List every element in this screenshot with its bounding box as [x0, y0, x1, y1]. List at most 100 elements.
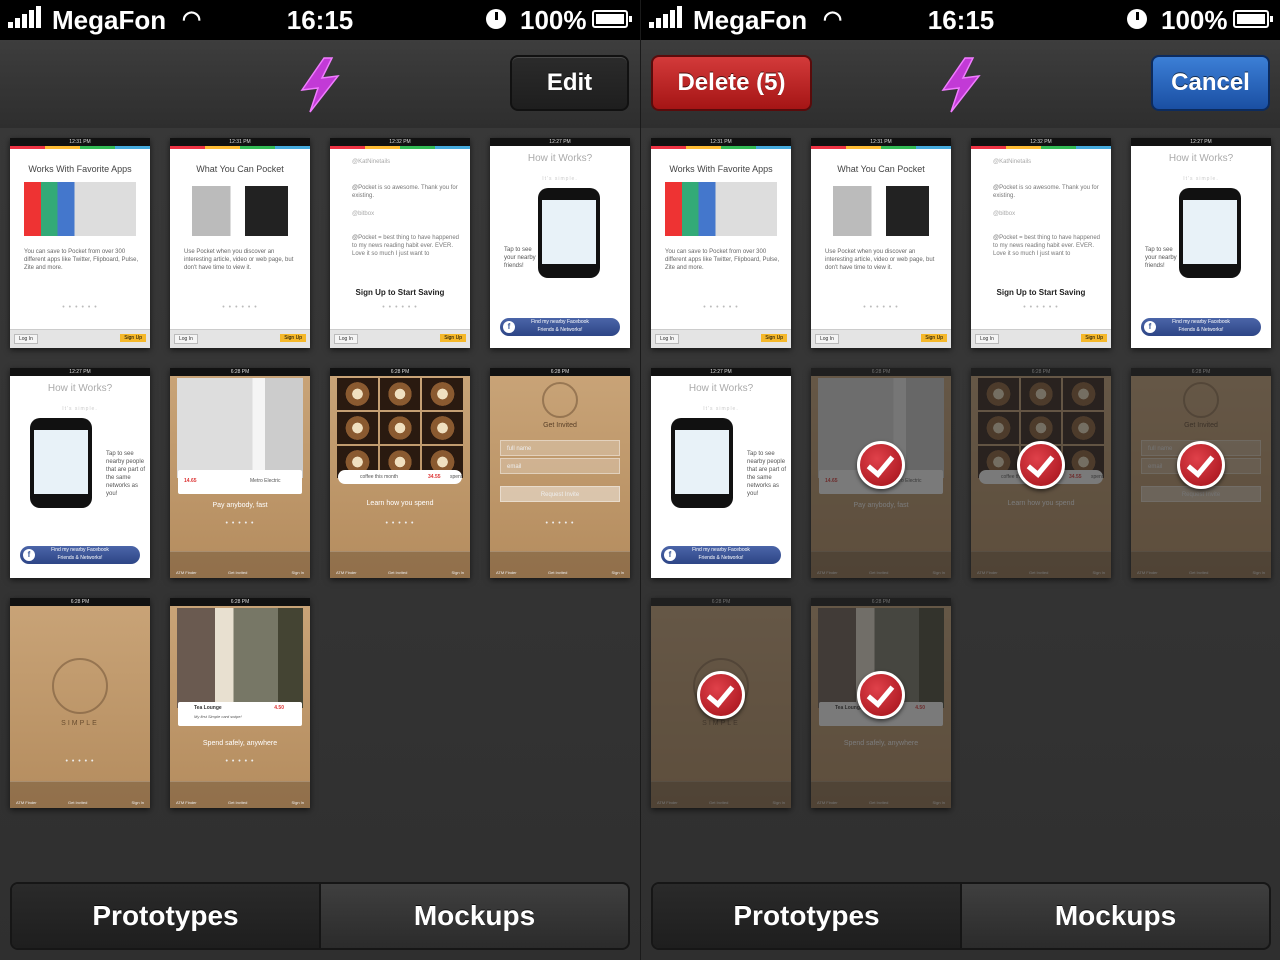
- page-dots: • • • • • •: [1023, 304, 1059, 311]
- segmented-control: Prototypes Mockups: [10, 882, 630, 950]
- thumbnail-what-pocket[interactable]: 12:31 PM What You Can Pocket Use Pocket …: [170, 138, 310, 348]
- thumbnail-learn[interactable]: 6:28 PM coffee this month 34.55 spent Le…: [330, 368, 470, 578]
- facebook-button: f Find my nearby Facebook Friends & Networ…: [661, 546, 781, 564]
- checkmark-icon[interactable]: [1017, 441, 1065, 489]
- delete-button[interactable]: Delete (5): [651, 55, 812, 111]
- simple-logo-icon: [542, 382, 578, 418]
- thumb-coffee-grid: [337, 378, 463, 478]
- thumb-subtitle: It's simple.: [542, 176, 578, 182]
- thumb-time: 6:28 PM: [390, 369, 410, 375]
- tab-prototypes[interactable]: Prototypes: [653, 884, 962, 948]
- thumb-name-field: full name: [500, 440, 620, 456]
- page-dots: • • • • • •: [863, 304, 899, 311]
- tab-prototypes[interactable]: Prototypes: [12, 884, 321, 948]
- page-dots: • • • • • •: [703, 304, 739, 311]
- checkmark-icon[interactable]: [697, 671, 745, 719]
- thumb-login: Log In: [174, 334, 198, 344]
- thumbnail-spend[interactable]: 6:28 PM Tea Lounge My first Simple card …: [170, 598, 310, 808]
- thumb-photo: [177, 608, 303, 708]
- status-bar: MegaFon ◠ 16:15 100%: [641, 0, 1280, 40]
- screen-normal: MegaFon ◠ 16:15 100% Edit 12:31 PM Works…: [0, 0, 640, 960]
- checkmark-icon[interactable]: [857, 671, 905, 719]
- thumb-title: How it Works?: [527, 153, 593, 164]
- checkmark-icon[interactable]: [1177, 441, 1225, 489]
- thumb-title: How it Works?: [688, 383, 754, 394]
- thumb-time: 12:31 PM: [229, 139, 251, 145]
- alarm-icon: [1127, 9, 1147, 29]
- thumb-signup: Sign Up: [120, 334, 146, 342]
- thumbnail-simple[interactable]: 6:28 PM SIMPLE • • • • • ATM Finder Get …: [10, 598, 150, 808]
- thumb-request-button: Request Invite: [500, 486, 620, 502]
- thumbnail-how-works[interactable]: 12:27 PM How it Works? It's simple. Tap …: [1131, 138, 1271, 348]
- thumb-time: 12:27 PM: [549, 139, 571, 145]
- thumb-title: What You Can Pocket: [196, 164, 284, 174]
- thumb-body: You can save to Pocket from over 300 dif…: [665, 249, 780, 271]
- thumb-subtitle: It's simple.: [703, 406, 739, 412]
- facebook-button: f Find my nearby Facebook Friends & Networ…: [500, 318, 620, 336]
- thumb-photo: [177, 378, 303, 478]
- tab-mockups[interactable]: Mockups: [962, 884, 1269, 948]
- thumb-time: 12:31 PM: [710, 139, 732, 145]
- thumb-title: How it Works?: [1168, 153, 1234, 164]
- thumbnail-invited[interactable]: 6:28 PM Get Invited full name email Requ…: [490, 368, 630, 578]
- thumb-subtitle: It's simple.: [1183, 176, 1219, 182]
- phone-illustration: [538, 188, 600, 278]
- thumbnail-how-works[interactable]: 12:27 PM How it Works? It's simple. Tap …: [490, 138, 630, 348]
- thumb-tap-text: Tap to see nearby people that are part o…: [747, 451, 787, 497]
- thumb-signup: Sign Up: [921, 334, 947, 342]
- thumb-cta: Sign Up to Start Saving: [996, 288, 1086, 297]
- page-dots: • • • • •: [545, 520, 575, 527]
- thumb-caption: Spend safely, anywhere: [202, 740, 278, 747]
- thumb-signup: Sign Up: [1081, 334, 1107, 342]
- thumbnail-sign-up[interactable]: 12:32 PM @KatNinetails @Pocket is so awe…: [971, 138, 1111, 348]
- thumb-quote: @Pocket is so awesome. Thank you for exi…: [993, 185, 1099, 199]
- thumb-signup: Sign Up: [440, 334, 466, 342]
- thumb-title: Works With Favorite Apps: [669, 164, 773, 174]
- thumbnail-sign-up[interactable]: 12:32 PM @KatNinetails @Pocket is so awe…: [330, 138, 470, 348]
- thumb-cta: Sign Up to Start Saving: [355, 288, 445, 297]
- thumb-card: coffee this month 34.55 spent: [338, 470, 462, 484]
- thumbnail-simple-selected[interactable]: 6:28 PM SIMPLE ATM Finder Get Invited Si…: [651, 598, 791, 808]
- thumb-time: 12:31 PM: [69, 139, 91, 145]
- thumb-illustration: [24, 182, 136, 236]
- thumb-time: 12:32 PM: [1030, 139, 1052, 145]
- thumbnail-how-works-2[interactable]: 12:27 PM How it Works? It's simple. Tap …: [651, 368, 791, 578]
- checkmark-icon[interactable]: [857, 441, 905, 489]
- thumb-illustration: [833, 186, 929, 236]
- cancel-button[interactable]: Cancel: [1151, 55, 1270, 111]
- battery-icon: [1233, 10, 1273, 28]
- page-dots: • • • • •: [225, 758, 255, 765]
- thumb-handle: @KatNinetails: [993, 159, 1032, 165]
- thumb-quote: @Pocket = best thing to have happened to…: [352, 235, 460, 257]
- thumb-time: 6:28 PM: [70, 599, 90, 605]
- thumbnail-spend-selected[interactable]: 6:28 PM Tea Lounge 4.50 Spend safely, an…: [811, 598, 951, 808]
- thumb-caption: Pay anybody, fast: [212, 502, 268, 509]
- thumb-tap-text: Tap to see your nearby friends!: [1145, 247, 1177, 269]
- thumb-title: Get Invited: [543, 422, 577, 429]
- thumbnail-invited-selected[interactable]: 6:28 PM Get Invited full name email Requ…: [1131, 368, 1271, 578]
- thumb-tap-text: Tap to see your nearby friends!: [504, 247, 536, 269]
- thumb-time: 6:28 PM: [550, 369, 570, 375]
- thumb-body: Use Pocket when you discover an interest…: [184, 249, 294, 271]
- phone-illustration: [30, 418, 92, 508]
- thumb-body: Use Pocket when you discover an interest…: [825, 249, 935, 271]
- thumbnail-how-works-2[interactable]: 12:27 PM How it Works? It's simple. Tap …: [10, 368, 150, 578]
- thumbnail-learn-selected[interactable]: 6:28 PM coffee this month 34.55 spent Le…: [971, 368, 1111, 578]
- edit-button[interactable]: Edit: [510, 55, 629, 111]
- thumb-time: 12:32 PM: [389, 139, 411, 145]
- thumbnail-pay[interactable]: 6:28 PM 14.65 Metro Electric Pay anybody…: [170, 368, 310, 578]
- tab-mockups[interactable]: Mockups: [321, 884, 628, 948]
- thumb-title: How it Works?: [47, 383, 113, 394]
- simple-logo-icon: [52, 658, 108, 714]
- thumb-time: 12:31 PM: [870, 139, 892, 145]
- page-dots: • • • • •: [225, 520, 255, 527]
- thumbnail-favorite-apps[interactable]: 12:31 PM Works With Favorite Apps You ca…: [651, 138, 791, 348]
- facebook-button: f Find my nearby Facebook Friends & Networ…: [20, 546, 140, 564]
- thumb-time: 6:28 PM: [230, 369, 250, 375]
- thumbnail-what-pocket[interactable]: 12:31 PM What You Can Pocket Use Pocket …: [811, 138, 951, 348]
- thumbnail-favorite-apps[interactable]: 12:31 PM Works With Favorite Apps You ca…: [10, 138, 150, 348]
- thumbnail-pay-selected[interactable]: 6:28 PM 14.65 Metro Electric Pay anybody…: [811, 368, 951, 578]
- thumb-handle: @bitbox: [993, 211, 1016, 217]
- nav-bar: Delete (5) Cancel: [641, 40, 1280, 128]
- thumb-login: Log In: [14, 334, 38, 344]
